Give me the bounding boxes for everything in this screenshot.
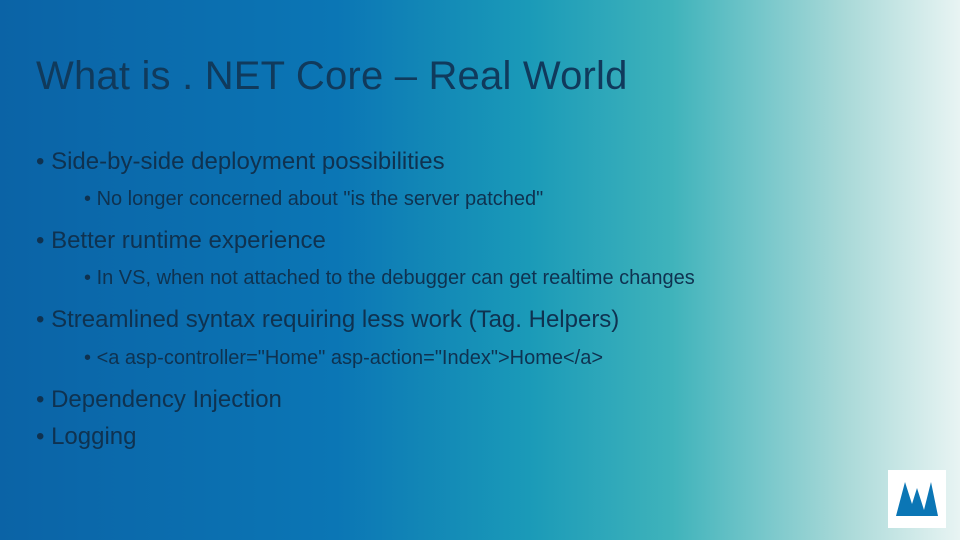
bullet-list: Side-by-side deployment possibilities No… (36, 143, 924, 455)
sub-item: No longer concerned about "is the server… (84, 182, 924, 216)
bullet-text: Streamlined syntax requiring less work (… (51, 306, 619, 333)
sub-text: No longer concerned about "is the server… (97, 188, 544, 210)
sub-text: <a asp-controller="Home" asp-action="Ind… (97, 347, 603, 369)
bullet-item: Better runtime experience In VS, when no… (36, 222, 924, 295)
bullet-item: Streamlined syntax requiring less work (… (36, 301, 924, 374)
bullet-text: Dependency Injection (51, 386, 282, 413)
sub-item: In VS, when not attached to the debugger… (84, 261, 924, 295)
sub-list: In VS, when not attached to the debugger… (36, 261, 924, 295)
bullet-item: Logging (36, 418, 924, 455)
bullet-text: Logging (51, 423, 136, 450)
mva-logo-icon (888, 470, 946, 528)
bullet-item: Dependency Injection (36, 381, 924, 418)
slide-title: What is . NET Core – Real World (36, 54, 924, 99)
bullet-item: Side-by-side deployment possibilities No… (36, 143, 924, 216)
sub-list: <a asp-controller="Home" asp-action="Ind… (36, 341, 924, 375)
bullet-text: Better runtime experience (51, 227, 326, 254)
sub-text: In VS, when not attached to the debugger… (97, 267, 695, 289)
slide: What is . NET Core – Real World Side-by-… (0, 0, 960, 540)
sub-list: No longer concerned about "is the server… (36, 182, 924, 216)
sub-item: <a asp-controller="Home" asp-action="Ind… (84, 341, 924, 375)
bullet-text: Side-by-side deployment possibilities (51, 148, 445, 175)
